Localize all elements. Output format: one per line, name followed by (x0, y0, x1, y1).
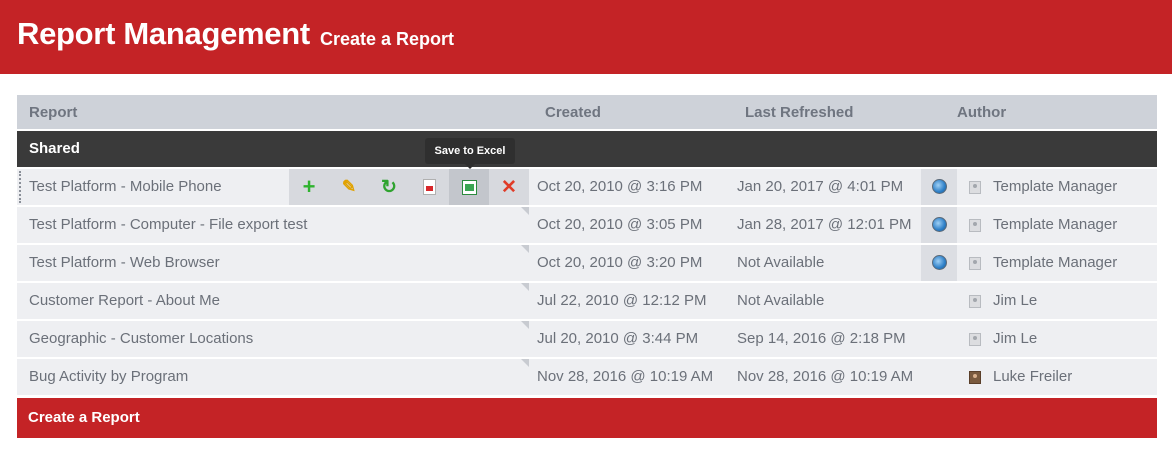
row-menu-corner[interactable] (521, 321, 529, 329)
excel-icon[interactable] (449, 169, 489, 205)
report-name[interactable]: Test Platform - Web Browser (29, 254, 220, 271)
table-row[interactable]: Geographic - Customer Locations Jul 20, … (17, 321, 1157, 357)
refreshed-date: Jan 20, 2017 @ 4:01 PM (737, 178, 904, 195)
table-header: Report Created Last Refreshed Author (17, 95, 1157, 129)
add-icon[interactable]: + (289, 169, 329, 205)
drag-handle[interactable] (19, 171, 23, 203)
avatar (969, 295, 981, 308)
pdf-icon[interactable] (409, 169, 449, 205)
author-name: Jim Le (993, 292, 1038, 309)
report-name[interactable]: Test Platform - Mobile Phone (29, 178, 222, 195)
report-name[interactable]: Bug Activity by Program (29, 368, 188, 385)
report-name[interactable]: Customer Report - About Me (29, 292, 220, 309)
refreshed-date: Nov 28, 2016 @ 10:19 AM (737, 368, 914, 385)
avatar (969, 219, 981, 232)
row-menu-corner[interactable] (521, 245, 529, 253)
pdf-file-icon (422, 179, 436, 195)
table-row[interactable]: Test Platform - Mobile Phone + ✎ ↻ ✕ Oct… (17, 169, 1157, 205)
globe-icon (932, 255, 947, 270)
save-to-excel-tooltip: Save to Excel (425, 138, 515, 169)
column-header-report[interactable]: Report (29, 104, 77, 121)
refreshed-date: Sep 14, 2016 @ 2:18 PM (737, 330, 906, 347)
avatar (969, 181, 981, 194)
author-name: Template Manager (993, 254, 1118, 271)
report-name[interactable]: Geographic - Customer Locations (29, 330, 253, 347)
schedule-button[interactable] (921, 169, 957, 205)
avatar (969, 333, 981, 346)
created-date: Oct 20, 2010 @ 3:05 PM (537, 216, 703, 233)
page-header: Report Management Create a Report (0, 0, 1172, 74)
created-date: Jul 22, 2010 @ 12:12 PM (537, 292, 707, 309)
excel-file-icon (461, 179, 477, 195)
row-menu-corner[interactable] (521, 359, 529, 367)
globe-icon (932, 217, 947, 232)
table-row[interactable]: Test Platform - Web Browser Oct 20, 2010… (17, 245, 1157, 281)
create-report-button[interactable]: Create a Report (17, 398, 1157, 438)
refresh-icon[interactable]: ↻ (369, 169, 409, 205)
created-date: Jul 20, 2010 @ 3:44 PM (537, 330, 699, 347)
globe-icon (932, 179, 947, 194)
report-name[interactable]: Test Platform - Computer - File export t… (29, 216, 307, 233)
schedule-button[interactable] (921, 207, 957, 243)
avatar (969, 371, 981, 384)
refreshed-date: Not Available (737, 292, 825, 309)
created-date: Oct 20, 2010 @ 3:20 PM (537, 254, 703, 271)
refreshed-date: Jan 28, 2017 @ 12:01 PM (737, 216, 912, 233)
created-date: Oct 20, 2010 @ 3:16 PM (537, 178, 703, 195)
schedule-button[interactable] (921, 245, 957, 281)
row-menu-corner[interactable] (521, 283, 529, 291)
avatar (969, 257, 981, 270)
author-name: Jim Le (993, 330, 1038, 347)
page-title: Report Management (17, 16, 310, 51)
author-name: Template Manager (993, 178, 1118, 195)
table-row[interactable]: Customer Report - About Me Jul 22, 2010 … (17, 283, 1157, 319)
group-label: Shared (29, 140, 80, 157)
column-header-author[interactable]: Author (957, 104, 1006, 121)
table-row[interactable]: Test Platform - Computer - File export t… (17, 207, 1157, 243)
create-report-label: Create a Report (28, 409, 140, 426)
row-actions: + ✎ ↻ ✕ (289, 169, 529, 205)
author-name: Template Manager (993, 216, 1118, 233)
page-subtitle: Create a Report (320, 29, 455, 49)
row-menu-corner[interactable] (521, 207, 529, 215)
table-row[interactable]: Bug Activity by Program Nov 28, 2016 @ 1… (17, 359, 1157, 395)
column-header-created[interactable]: Created (545, 104, 601, 121)
refreshed-date: Not Available (737, 254, 825, 271)
created-date: Nov 28, 2016 @ 10:19 AM (537, 368, 714, 385)
delete-icon[interactable]: ✕ (489, 169, 529, 205)
group-header-shared[interactable]: Shared (17, 131, 1157, 167)
author-name: Luke Freiler (993, 368, 1073, 385)
column-header-last-refreshed[interactable]: Last Refreshed (745, 104, 853, 121)
pencil-icon[interactable]: ✎ (329, 169, 369, 205)
